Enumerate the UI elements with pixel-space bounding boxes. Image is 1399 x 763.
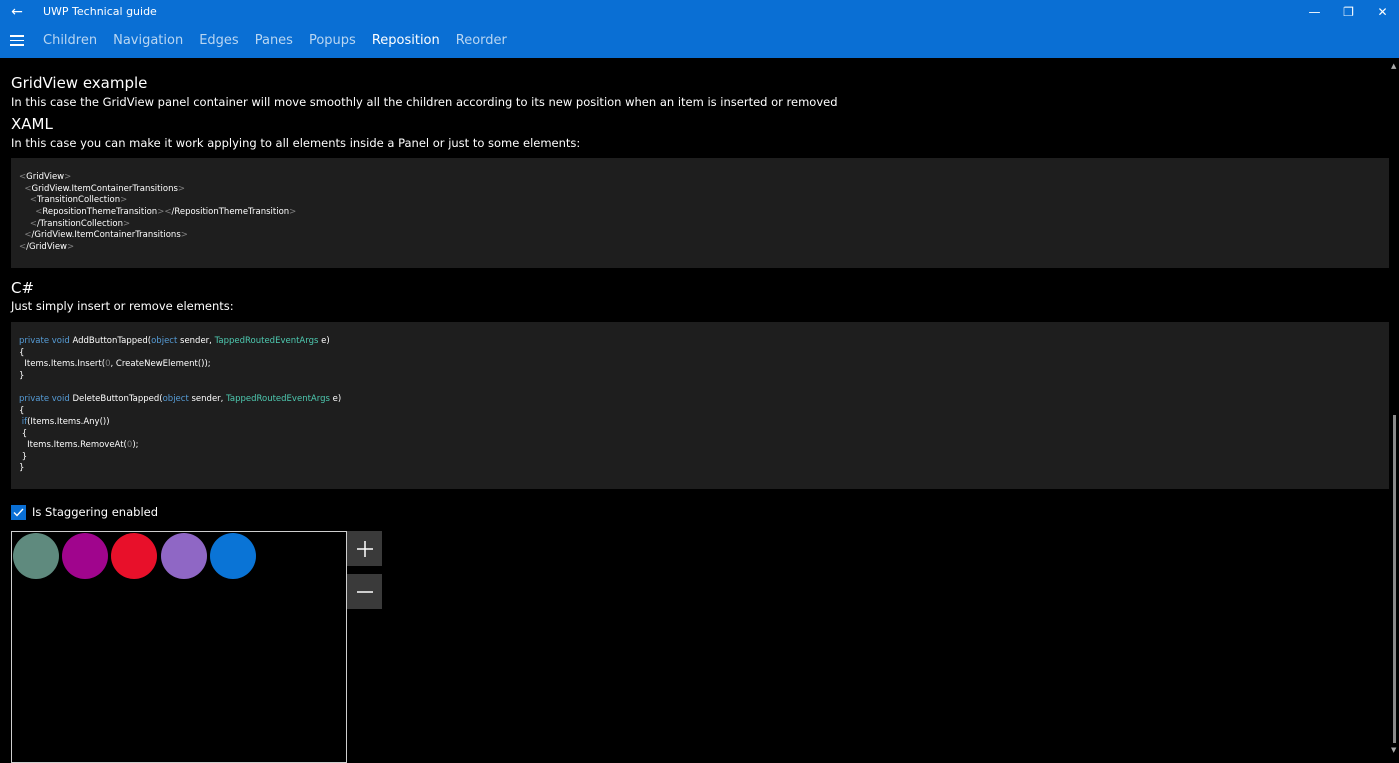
nav-bar: Children Navigation Edges Panes Popups R… [0,24,1399,58]
plus-icon [356,540,373,557]
minus-icon [356,590,373,593]
restore-icon: ❐ [1343,5,1354,19]
csharp-description: Just simply insert or remove elements: [11,299,234,313]
scroll-down-icon[interactable]: ▼ [1391,746,1396,754]
back-arrow-icon: ← [11,4,23,20]
app-title: UWP Technical guide [43,5,157,18]
checkmark-icon [13,508,24,517]
tab-panes[interactable]: Panes [255,33,293,48]
gridview-description: In this case the GridView panel containe… [11,95,838,109]
content-area: GridView example In this case the GridVi… [0,58,1390,763]
stagger-label: Is Staggering enabled [32,505,159,519]
gridview-panel [11,531,347,763]
tab-reorder[interactable]: Reorder [456,33,507,48]
minimize-button[interactable]: — [1298,0,1331,24]
csharp-code-block: private void AddButtonTapped(object send… [11,322,1389,489]
close-button[interactable]: ✕ [1366,0,1399,24]
add-button[interactable] [347,531,382,566]
tab-children[interactable]: Children [43,33,97,48]
back-button[interactable]: ← [0,0,34,24]
circle-item[interactable] [62,533,108,579]
circle-item[interactable] [210,533,256,579]
csharp-title: C# [11,279,35,297]
xaml-description: In this case you can make it work applyi… [11,136,581,150]
gridview-title: GridView example [11,74,148,92]
tab-reposition[interactable]: Reposition [372,33,440,48]
minimize-icon: — [1308,5,1321,19]
xaml-code-block: <GridView> <GridView.ItemContainerTransi… [11,158,1389,268]
tab-navigation[interactable]: Navigation [113,33,183,48]
scroll-up-icon[interactable]: ▲ [1391,62,1396,70]
circle-item[interactable] [111,533,157,579]
nav-tabs: Children Navigation Edges Panes Popups R… [43,33,523,48]
hamburger-menu-icon[interactable] [10,35,24,49]
stagger-checkbox[interactable] [11,505,26,520]
tab-popups[interactable]: Popups [309,33,356,48]
remove-button[interactable] [347,574,382,609]
vertical-scrollbar[interactable]: ▲ ▼ [1390,58,1399,758]
close-icon: ✕ [1377,5,1388,19]
title-bar: ← UWP Technical guide — ❐ ✕ [0,0,1399,24]
xaml-title: XAML [11,115,53,133]
maximize-button[interactable]: ❐ [1332,0,1365,24]
scroll-thumb[interactable] [1393,415,1396,743]
circle-item[interactable] [161,533,207,579]
tab-edges[interactable]: Edges [199,33,239,48]
circle-item[interactable] [13,533,59,579]
